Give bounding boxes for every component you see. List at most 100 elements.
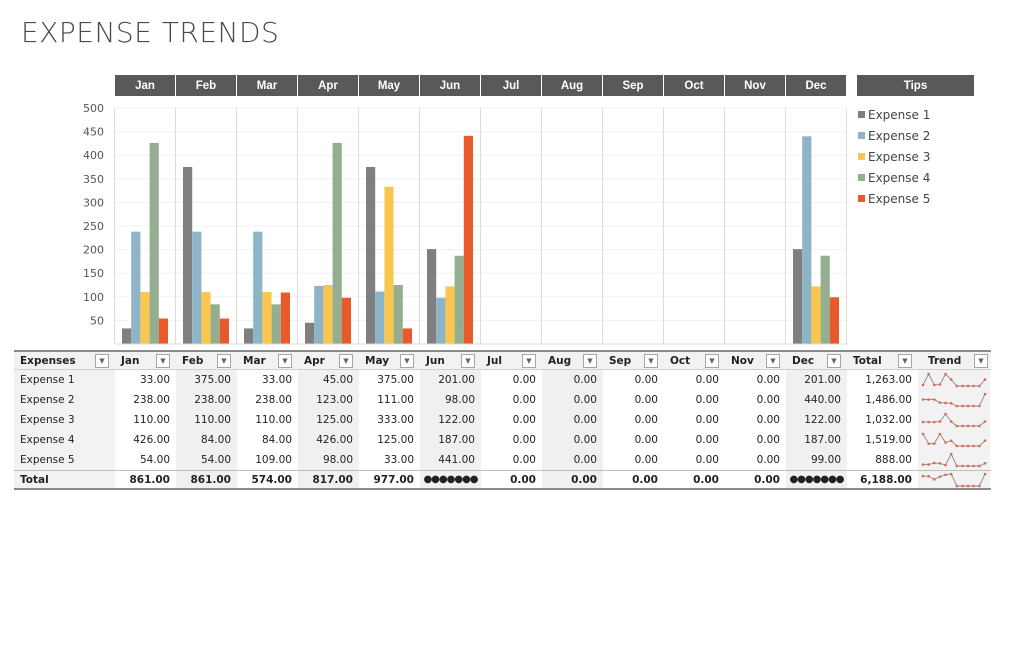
value-cell[interactable]: 111.00 bbox=[359, 390, 420, 410]
trend-cell[interactable] bbox=[918, 410, 990, 430]
column-header-expenses[interactable]: Expenses ▼ bbox=[14, 352, 115, 369]
filter-dropdown-icon[interactable]: ▼ bbox=[522, 353, 536, 368]
filter-dropdown-icon[interactable]: ▼ bbox=[400, 353, 414, 368]
value-cell[interactable]: 201.00 bbox=[786, 370, 847, 390]
month-header-jul[interactable]: Jul bbox=[481, 75, 542, 96]
value-cell[interactable]: 99.00 bbox=[786, 450, 847, 470]
value-cell[interactable]: 0.00 bbox=[725, 370, 786, 390]
filter-dropdown-icon[interactable]: ▼ bbox=[95, 353, 109, 368]
value-cell[interactable]: 375.00 bbox=[176, 370, 237, 390]
value-cell[interactable]: 426.00 bbox=[115, 430, 176, 450]
filter-dropdown-icon[interactable]: ▼ bbox=[339, 353, 353, 368]
value-cell[interactable]: 0.00 bbox=[664, 410, 725, 430]
column-header-jul[interactable]: Jul ▼ bbox=[481, 352, 542, 369]
column-header-apr[interactable]: Apr ▼ bbox=[298, 352, 359, 369]
value-cell[interactable]: 123.00 bbox=[298, 390, 359, 410]
value-cell[interactable]: 0.00 bbox=[481, 410, 542, 430]
column-header-sep[interactable]: Sep ▼ bbox=[603, 352, 664, 369]
value-cell[interactable]: 84.00 bbox=[176, 430, 237, 450]
value-cell[interactable]: 0.00 bbox=[725, 430, 786, 450]
row-total-cell[interactable]: 1,486.00 bbox=[847, 390, 918, 410]
value-cell[interactable]: 201.00 bbox=[420, 370, 481, 390]
filter-dropdown-icon[interactable]: ▼ bbox=[974, 353, 988, 368]
value-cell[interactable]: 426.00 bbox=[298, 430, 359, 450]
month-header-aug[interactable]: Aug bbox=[542, 75, 603, 96]
total-value-cell[interactable]: 0.00 bbox=[725, 471, 786, 488]
trend-cell[interactable] bbox=[918, 390, 990, 410]
row-total-cell[interactable]: 1,519.00 bbox=[847, 430, 918, 450]
value-cell[interactable]: 0.00 bbox=[725, 450, 786, 470]
column-header-mar[interactable]: Mar ▼ bbox=[237, 352, 298, 369]
value-cell[interactable]: 33.00 bbox=[237, 370, 298, 390]
row-label[interactable]: Expense 4 bbox=[14, 430, 115, 450]
value-cell[interactable]: 333.00 bbox=[359, 410, 420, 430]
total-value-cell[interactable]: 0.00 bbox=[603, 471, 664, 488]
value-cell[interactable]: 0.00 bbox=[481, 390, 542, 410]
filter-dropdown-icon[interactable]: ▼ bbox=[278, 353, 292, 368]
value-cell[interactable]: 187.00 bbox=[420, 430, 481, 450]
value-cell[interactable]: 0.00 bbox=[481, 430, 542, 450]
value-cell[interactable]: 0.00 bbox=[542, 410, 603, 430]
column-header-dec[interactable]: Dec ▼ bbox=[786, 352, 847, 369]
filter-dropdown-icon[interactable]: ▼ bbox=[156, 353, 170, 368]
month-header-feb[interactable]: Feb bbox=[176, 75, 237, 96]
value-cell[interactable]: 0.00 bbox=[603, 430, 664, 450]
filter-dropdown-icon[interactable]: ▼ bbox=[705, 353, 719, 368]
value-cell[interactable]: 238.00 bbox=[176, 390, 237, 410]
month-header-jan[interactable]: Jan bbox=[115, 75, 176, 96]
row-label[interactable]: Expense 3 bbox=[14, 410, 115, 430]
column-header-oct[interactable]: Oct ▼ bbox=[664, 352, 725, 369]
value-cell[interactable]: 0.00 bbox=[603, 390, 664, 410]
value-cell[interactable]: 0.00 bbox=[664, 390, 725, 410]
filter-dropdown-icon[interactable]: ▼ bbox=[644, 353, 658, 368]
value-cell[interactable]: 0.00 bbox=[603, 370, 664, 390]
month-header-dec[interactable]: Dec bbox=[786, 75, 847, 96]
filter-dropdown-icon[interactable]: ▼ bbox=[766, 353, 780, 368]
value-cell[interactable]: 109.00 bbox=[237, 450, 298, 470]
month-header-apr[interactable]: Apr bbox=[298, 75, 359, 96]
row-label[interactable]: Expense 2 bbox=[14, 390, 115, 410]
value-cell[interactable]: 0.00 bbox=[725, 390, 786, 410]
column-header-aug[interactable]: Aug ▼ bbox=[542, 352, 603, 369]
value-cell[interactable]: 125.00 bbox=[359, 430, 420, 450]
filter-dropdown-icon[interactable]: ▼ bbox=[583, 353, 597, 368]
value-cell[interactable]: 440.00 bbox=[786, 390, 847, 410]
row-total-cell[interactable]: 888.00 bbox=[847, 450, 918, 470]
value-cell[interactable]: 98.00 bbox=[420, 390, 481, 410]
trend-cell[interactable] bbox=[918, 430, 990, 450]
month-header-oct[interactable]: Oct bbox=[664, 75, 725, 96]
value-cell[interactable]: 0.00 bbox=[542, 450, 603, 470]
column-header-jan[interactable]: Jan ▼ bbox=[115, 352, 176, 369]
value-cell[interactable]: 0.00 bbox=[664, 370, 725, 390]
column-header-may[interactable]: May ▼ bbox=[359, 352, 420, 369]
column-header-feb[interactable]: Feb ▼ bbox=[176, 352, 237, 369]
row-total-cell[interactable]: 1,032.00 bbox=[847, 410, 918, 430]
value-cell[interactable]: 441.00 bbox=[420, 450, 481, 470]
total-value-cell[interactable]: ●●●●●●● bbox=[420, 471, 481, 488]
value-cell[interactable]: 54.00 bbox=[115, 450, 176, 470]
tips-header[interactable]: Tips bbox=[857, 75, 974, 96]
value-cell[interactable]: 0.00 bbox=[481, 450, 542, 470]
column-header-total[interactable]: Total ▼ bbox=[847, 352, 918, 369]
row-label[interactable]: Expense 5 bbox=[14, 450, 115, 470]
value-cell[interactable]: 0.00 bbox=[542, 370, 603, 390]
total-value-cell[interactable]: 861.00 bbox=[176, 471, 237, 488]
total-value-cell[interactable]: 0.00 bbox=[542, 471, 603, 488]
total-value-cell[interactable]: 817.00 bbox=[298, 471, 359, 488]
month-header-nov[interactable]: Nov bbox=[725, 75, 786, 96]
value-cell[interactable]: 110.00 bbox=[115, 410, 176, 430]
value-cell[interactable]: 33.00 bbox=[359, 450, 420, 470]
filter-dropdown-icon[interactable]: ▼ bbox=[898, 353, 912, 368]
total-value-cell[interactable]: 977.00 bbox=[359, 471, 420, 488]
value-cell[interactable]: 122.00 bbox=[420, 410, 481, 430]
total-value-cell[interactable]: 861.00 bbox=[115, 471, 176, 488]
row-label[interactable]: Expense 1 bbox=[14, 370, 115, 390]
row-total-cell[interactable]: 1,263.00 bbox=[847, 370, 918, 390]
trend-cell[interactable] bbox=[918, 450, 990, 470]
filter-dropdown-icon[interactable]: ▼ bbox=[461, 353, 475, 368]
value-cell[interactable]: 375.00 bbox=[359, 370, 420, 390]
column-header-jun[interactable]: Jun ▼ bbox=[420, 352, 481, 369]
total-value-cell[interactable]: 574.00 bbox=[237, 471, 298, 488]
trend-cell[interactable] bbox=[918, 471, 990, 488]
value-cell[interactable]: 45.00 bbox=[298, 370, 359, 390]
